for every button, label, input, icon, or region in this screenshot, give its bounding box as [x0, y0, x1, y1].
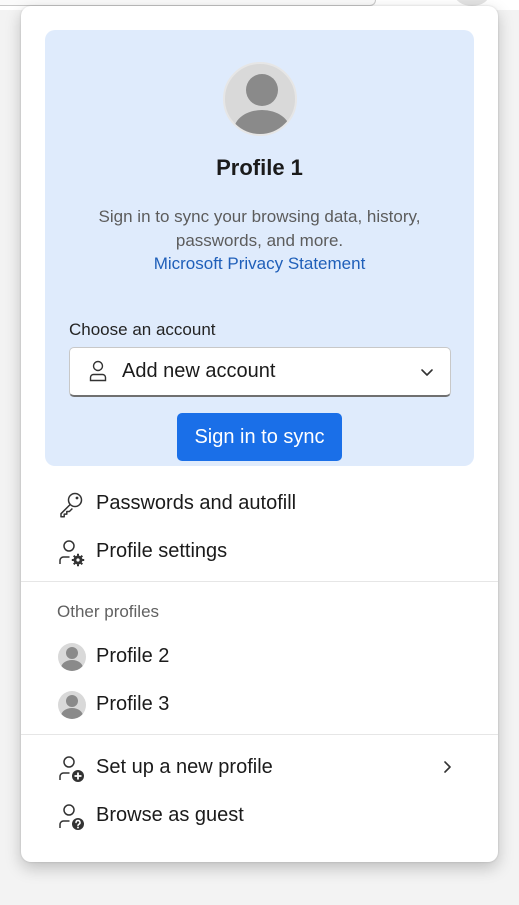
profile-settings-icon: [59, 540, 85, 567]
account-select-value: Add new account: [122, 360, 276, 382]
menu-item-profile-settings[interactable]: Profile settings: [21, 530, 498, 574]
profile-item[interactable]: Profile 2: [21, 635, 498, 679]
add-profile-icon: [59, 756, 84, 782]
menu-item-passwords[interactable]: Passwords and autofill: [21, 482, 498, 526]
divider: [21, 581, 498, 582]
profile-item-label: Profile 2: [96, 645, 170, 667]
account-select[interactable]: Add new account: [69, 347, 451, 397]
menu-item-guest[interactable]: Browse as guest: [21, 794, 498, 838]
avatar-icon: [58, 643, 86, 671]
choose-account-label: Choose an account: [69, 320, 216, 339]
key-icon: [60, 492, 83, 518]
profile-item-label: Profile 3: [96, 693, 170, 715]
sync-description: Sign in to sync your browsing data, hist…: [98, 207, 421, 250]
menu-item-label: Set up a new profile: [96, 756, 273, 778]
menu-item-label: Profile settings: [96, 540, 228, 562]
privacy-statement-link[interactable]: Microsoft Privacy Statement: [45, 252, 474, 276]
sign-in-sync-button[interactable]: Sign in to sync: [177, 413, 342, 461]
divider: [21, 734, 498, 735]
chevron-right-icon: [444, 761, 451, 773]
guest-icon: [59, 804, 84, 830]
profile-name: Profile 1: [216, 155, 303, 180]
avatar-icon: [223, 62, 297, 136]
menu-item-label: Passwords and autofill: [96, 492, 297, 514]
person-icon: [89, 360, 107, 382]
profile-flyout: Profile 1 Sign in to sync your browsing …: [21, 6, 498, 862]
menu-item-new-profile[interactable]: Set up a new profile: [21, 746, 498, 790]
profile-item[interactable]: Profile 3: [21, 683, 498, 727]
profile-card: Profile 1 Sign in to sync your browsing …: [45, 30, 474, 466]
other-profiles-heading: Other profiles: [57, 602, 160, 621]
avatar-icon: [58, 691, 86, 719]
menu-item-label: Browse as guest: [96, 804, 244, 826]
chevron-down-icon: [421, 369, 433, 376]
